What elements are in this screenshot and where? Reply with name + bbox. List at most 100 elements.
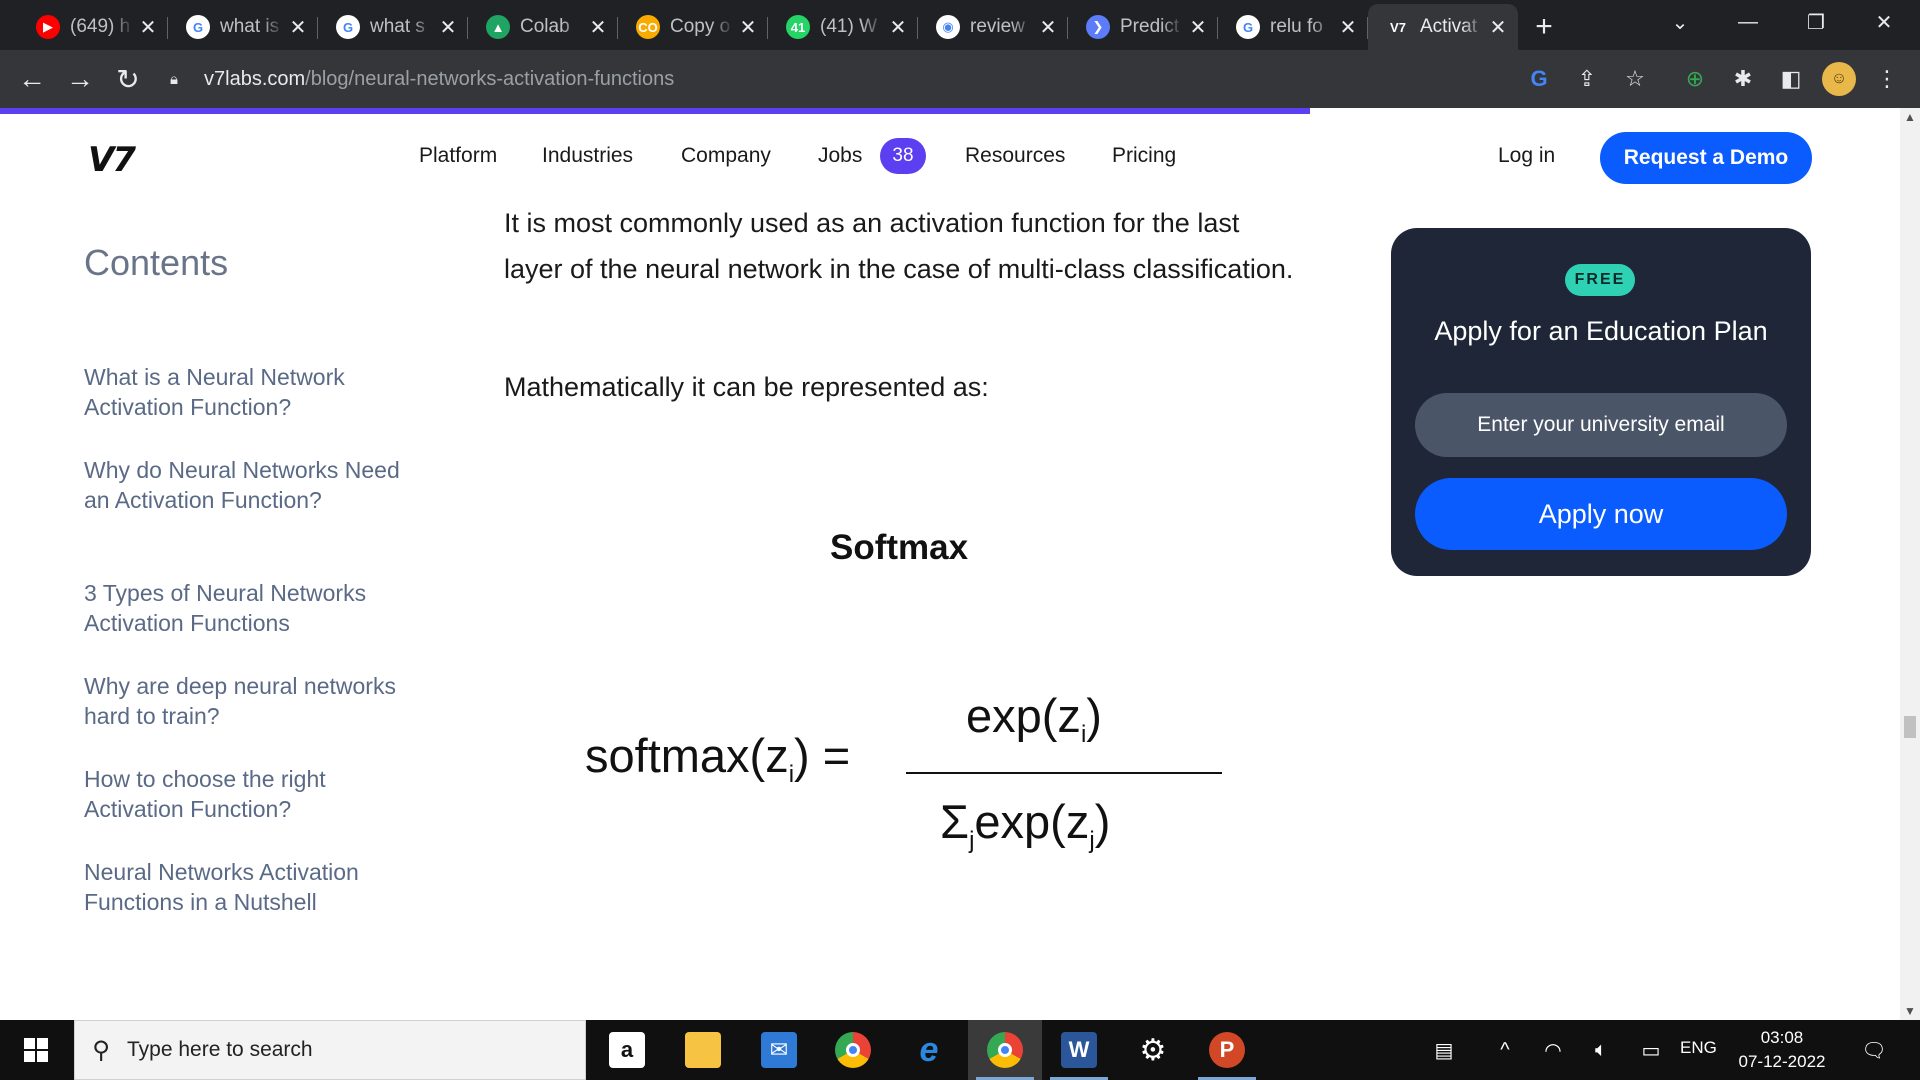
new-tab-button[interactable]: + — [1524, 6, 1564, 48]
minimize-icon[interactable]: — — [1718, 0, 1778, 44]
volume-icon[interactable]: 🔈︎ — [1584, 1020, 1618, 1080]
share-icon[interactable]: ⇪ — [1570, 62, 1604, 96]
formula-caption: Softmax — [830, 528, 969, 567]
wifi-icon[interactable]: ◠ — [1536, 1020, 1570, 1080]
browser-tab-title: relu fo — [1270, 16, 1323, 37]
url-text: v7labs.com/blog/neural-networks-activati… — [204, 68, 674, 91]
toc-item-nutshell[interactable]: Neural Networks Activation Functions in … — [84, 857, 424, 917]
amazon-app[interactable]: a — [590, 1020, 664, 1080]
google-icon: G — [186, 15, 210, 39]
web-page: V7 Platform Industries Company Jobs 38 R… — [0, 108, 1900, 1020]
login-link[interactable]: Log in — [1498, 144, 1555, 168]
news-widget-icon[interactable]: ▤ — [1422, 1020, 1466, 1080]
scroll-down-icon[interactable]: ▼ — [1900, 1002, 1920, 1020]
chrome-profile-icon — [987, 1032, 1023, 1068]
toc-item-why-need[interactable]: Why do Neural Networks Need an Activatio… — [84, 455, 424, 515]
extension-add-icon[interactable]: ⊕ — [1678, 62, 1712, 96]
lock-icon: 🔒︎ — [170, 70, 178, 88]
tab-close-icon[interactable]: ✕ — [738, 15, 758, 40]
browser-tab[interactable]: 41 (41) W ✕ — [768, 6, 918, 48]
tab-close-icon[interactable]: ✕ — [1038, 15, 1058, 40]
nav-jobs[interactable]: Jobs — [818, 144, 862, 168]
tab-close-icon[interactable]: ✕ — [138, 15, 158, 40]
powerpoint-app[interactable]: P — [1190, 1020, 1264, 1080]
jobs-count-badge: 38 — [880, 138, 926, 174]
gear-icon: ⚙ — [1139, 1033, 1167, 1067]
tray-chevron-icon[interactable]: ^ — [1490, 1020, 1520, 1080]
chrome-profile-app[interactable] — [968, 1020, 1042, 1080]
browser-tab[interactable]: ◉ review ✕ — [918, 6, 1068, 48]
word-app[interactable]: W — [1042, 1020, 1116, 1080]
scroll-thumb[interactable] — [1904, 716, 1916, 738]
url-host: v7labs.com — [204, 67, 306, 90]
tab-close-icon[interactable]: ✕ — [1338, 15, 1358, 40]
tab-close-icon[interactable]: ✕ — [1188, 15, 1208, 40]
tab-close-icon[interactable]: ✕ — [588, 15, 608, 40]
chrome-icon — [835, 1032, 871, 1068]
battery-icon[interactable]: ▭ — [1634, 1020, 1668, 1080]
browser-tab[interactable]: CO Copy o ✕ — [618, 6, 768, 48]
nav-platform[interactable]: Platform — [419, 144, 497, 168]
bookmark-star-icon[interactable]: ☆ — [1618, 62, 1652, 96]
address-bar[interactable]: 🔒︎ v7labs.com/blog/neural-networks-activ… — [170, 57, 1530, 101]
taskbar-clock[interactable]: 03:08 07-12-2022 — [1728, 1026, 1836, 1074]
edge-app[interactable]: e — [892, 1020, 966, 1080]
browser-tab-title: Predict — [1120, 16, 1180, 37]
start-button[interactable] — [0, 1020, 72, 1080]
mail-app[interactable]: ✉ — [742, 1020, 816, 1080]
tab-close-icon[interactable]: ✕ — [1488, 15, 1508, 40]
browser-tab-title: (649) h — [70, 16, 131, 37]
browser-tab[interactable]: Gwhat s ✕ — [318, 6, 468, 48]
menu-kebab-icon[interactable]: ⋮ — [1870, 62, 1904, 96]
reload-icon[interactable]: ↻ — [108, 60, 148, 98]
page-load-progress-bar — [0, 108, 1310, 114]
back-icon[interactable]: ← — [12, 60, 52, 98]
google-icon: G — [1236, 15, 1260, 39]
v7-logo[interactable]: V7 — [88, 140, 136, 180]
browser-tab[interactable]: ❯ Predict ✕ — [1068, 6, 1218, 48]
nav-company[interactable]: Company — [681, 144, 771, 168]
extensions-puzzle-icon[interactable]: ✱ — [1726, 62, 1760, 96]
browser-tab-title: review — [970, 16, 1025, 37]
toc-item-types[interactable]: 3 Types of Neural Networks Activation Fu… — [84, 578, 424, 638]
google-lens-icon[interactable]: G — [1522, 62, 1556, 96]
university-email-input[interactable] — [1415, 393, 1787, 457]
nav-resources[interactable]: Resources — [965, 144, 1065, 168]
file-explorer-app[interactable] — [666, 1020, 740, 1080]
tab-close-icon[interactable]: ✕ — [888, 15, 908, 40]
notifications-icon[interactable]: 🗨︎ — [1852, 1020, 1896, 1080]
browser-tab[interactable]: ▲ Colab ✕ — [468, 6, 618, 48]
browser-tab[interactable]: V7 Activat ✕ — [1368, 4, 1518, 50]
clock-date: 07-12-2022 — [1738, 1052, 1826, 1071]
chrome-app[interactable] — [816, 1020, 890, 1080]
language-indicator[interactable]: ENG — [1680, 1038, 1717, 1058]
browser-tab-title: Copy o — [670, 16, 731, 37]
nav-industries[interactable]: Industries — [542, 144, 633, 168]
word-icon: W — [1061, 1032, 1097, 1068]
nav-pricing[interactable]: Pricing — [1112, 144, 1176, 168]
browser-tab[interactable]: ▶ (649) h ✕ — [18, 6, 168, 48]
browser-tab[interactable]: Gwhat is ✕ — [168, 6, 318, 48]
toc-item-what-is[interactable]: What is a Neural Network Activation Func… — [84, 362, 424, 422]
tab-close-icon[interactable]: ✕ — [288, 15, 308, 40]
forward-icon[interactable]: → — [60, 60, 100, 98]
apply-now-button[interactable]: Apply now — [1415, 478, 1787, 550]
close-window-icon[interactable]: ✕ — [1854, 0, 1914, 44]
settings-app[interactable]: ⚙ — [1116, 1020, 1190, 1080]
scroll-up-icon[interactable]: ▲ — [1900, 108, 1920, 126]
tab-close-icon[interactable]: ✕ — [438, 15, 458, 40]
folder-icon — [685, 1032, 721, 1068]
taskbar-search[interactable]: ⚲ Type here to search — [74, 1020, 586, 1080]
profile-avatar-icon[interactable]: ☺ — [1822, 62, 1856, 96]
browser-tab-title: Activat — [1420, 16, 1478, 37]
toc-item-hard-to-train[interactable]: Why are deep neural networks hard to tra… — [84, 671, 424, 731]
colab-icon: CO — [636, 15, 660, 39]
restore-icon[interactable]: ❐ — [1786, 0, 1846, 44]
toc-item-choose[interactable]: How to choose the right Activation Funct… — [84, 764, 424, 824]
browser-tab[interactable]: Grelu fo ✕ — [1218, 6, 1368, 48]
tab-search-icon[interactable]: ⌄ — [1650, 0, 1710, 44]
request-demo-button[interactable]: Request a Demo — [1600, 132, 1812, 184]
side-panel-icon[interactable]: ◧ — [1774, 62, 1808, 96]
powerpoint-icon: P — [1209, 1032, 1245, 1068]
page-scrollbar[interactable]: ▲ ▼ — [1900, 108, 1920, 1020]
